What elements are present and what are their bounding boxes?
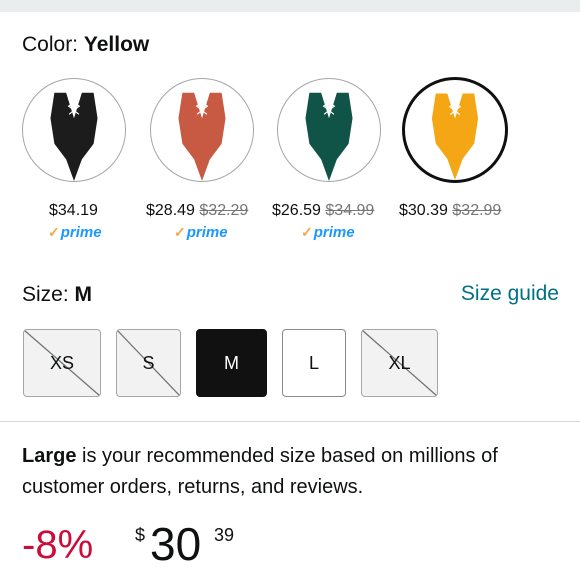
prime-check-icon: ✓ xyxy=(48,224,60,240)
swatch-price: $26.59 $34.99 xyxy=(272,202,374,220)
swatch-image[interactable] xyxy=(22,78,126,182)
size-guide-link[interactable]: Size guide xyxy=(461,282,559,306)
list-price: $34.99 xyxy=(325,202,375,219)
swimsuit-image xyxy=(305,92,353,181)
prime-badge: ✓prime xyxy=(174,224,228,241)
size-value: M xyxy=(74,283,93,306)
swatch-price: $34.19 xyxy=(49,202,98,220)
swimsuit-image xyxy=(431,93,479,180)
size-button-s[interactable]: S xyxy=(116,329,181,397)
prime-check-icon: ✓ xyxy=(301,224,313,240)
size-recommendation: Large is your recommended size based on … xyxy=(22,441,567,503)
color-label: Color: xyxy=(22,33,79,56)
color-value: Yellow xyxy=(83,33,150,56)
swatch-yellow[interactable] xyxy=(402,77,510,183)
swimsuit-image xyxy=(178,92,226,181)
size-button-l[interactable]: L xyxy=(282,329,346,397)
section-divider xyxy=(0,421,580,422)
swatch-image[interactable] xyxy=(277,78,381,182)
swatch-price: $30.39 $32.99 xyxy=(399,202,501,220)
price: $28.49 xyxy=(146,202,195,219)
price-fraction: 39 xyxy=(214,525,235,545)
price: $34.19 xyxy=(49,202,98,219)
swatch-black[interactable] xyxy=(21,78,129,182)
discount-percent: -8% xyxy=(22,523,94,567)
recommended-size: Large xyxy=(22,445,77,467)
swimsuit-image xyxy=(50,92,98,181)
price-whole: 30 xyxy=(150,518,202,570)
prime-badge: ✓prime xyxy=(48,224,102,241)
size-button-m[interactable]: M xyxy=(196,329,267,397)
size-label-text: XS xyxy=(49,352,74,373)
size-selection-label: Size: M xyxy=(22,283,92,307)
price: $30.39 xyxy=(399,202,448,219)
swatch-image[interactable] xyxy=(150,78,254,182)
swatch-image[interactable] xyxy=(402,77,508,183)
price-currency: $ xyxy=(135,525,146,545)
size-label-text: M xyxy=(224,352,239,373)
size-button-xs[interactable]: XS xyxy=(23,329,101,397)
prime-check-icon: ✓ xyxy=(174,224,186,240)
size-label-text: L xyxy=(308,352,319,373)
swatch-red[interactable] xyxy=(149,78,257,182)
size-label: Size: xyxy=(22,283,69,306)
size-label-text: S xyxy=(142,352,155,373)
size-label-text: XL xyxy=(388,352,411,373)
swatch-green[interactable] xyxy=(276,78,384,182)
recommendation-text: is your recommended size based on millio… xyxy=(22,445,498,498)
color-swatches: $34.19 $28.49 $32.29 $26.59 $34.99 $30.3… xyxy=(0,77,580,248)
prime-badge: ✓prime xyxy=(301,224,355,241)
color-selection-label: Color: Yellow xyxy=(22,33,149,57)
list-price: $32.99 xyxy=(452,202,502,219)
size-button-xl[interactable]: XL xyxy=(361,329,438,397)
list-price: $32.29 xyxy=(199,202,249,219)
top-divider-strip xyxy=(0,0,580,12)
swatch-price: $28.49 $32.29 xyxy=(146,202,248,220)
price: $26.59 xyxy=(272,202,321,219)
